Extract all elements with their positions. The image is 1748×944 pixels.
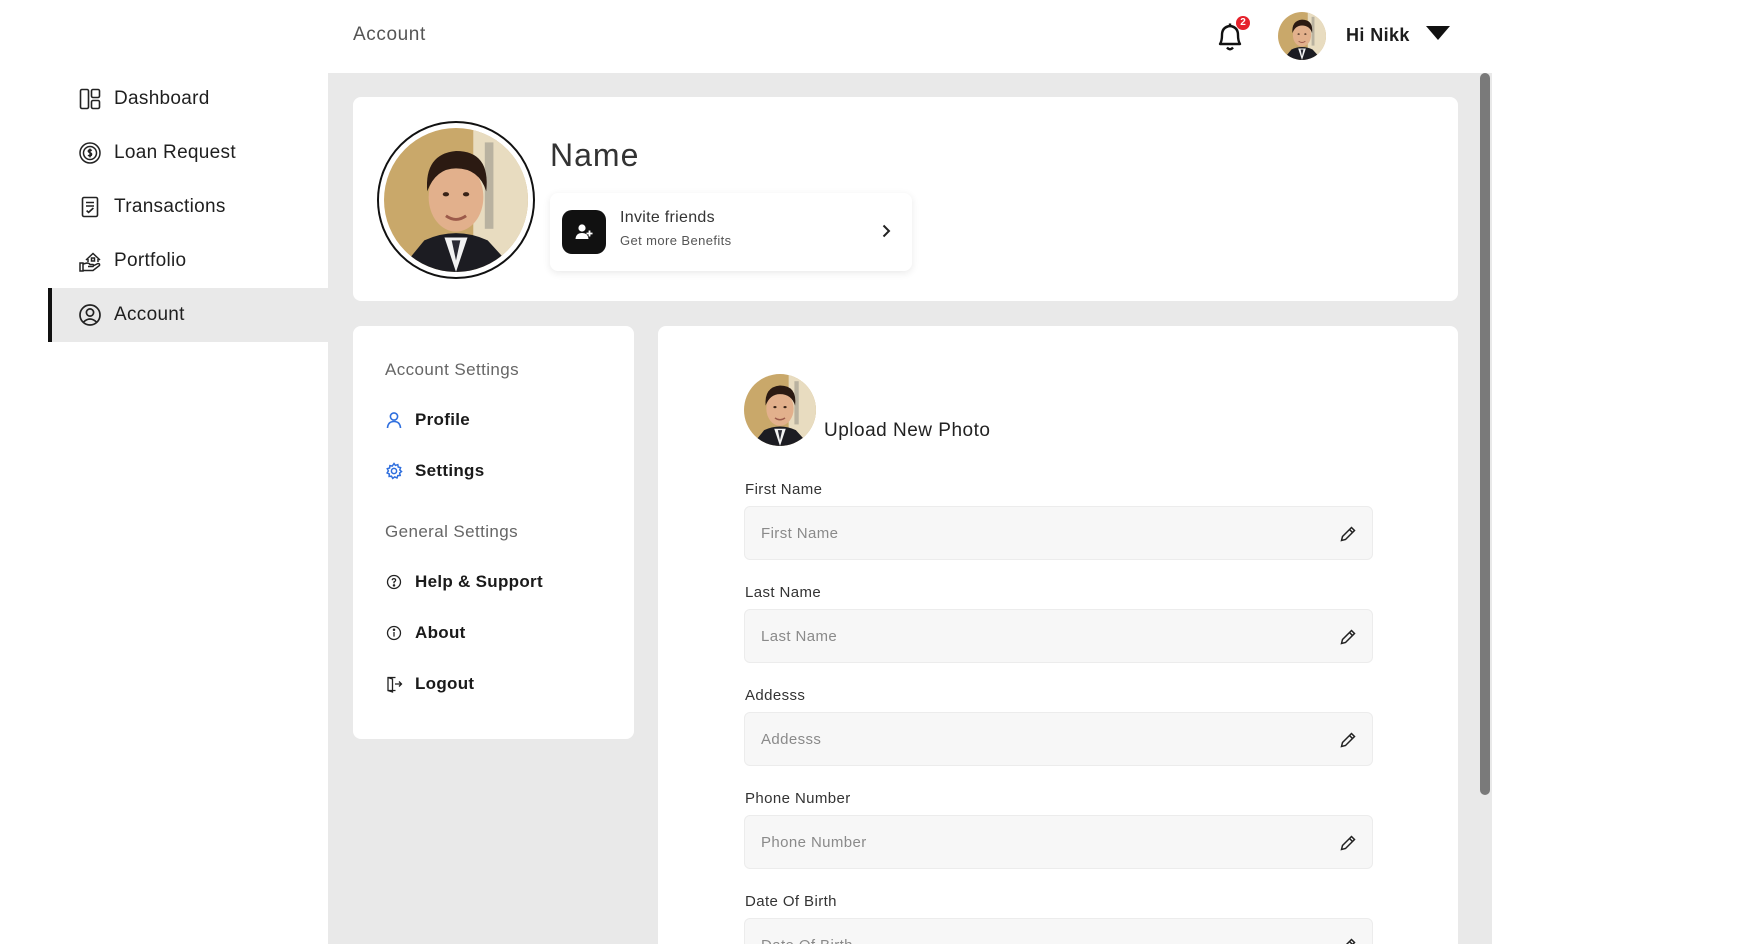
pencil-icon[interactable]: [1338, 730, 1358, 750]
profile-form-card: Upload New Photo First Name Last Name Ad…: [658, 326, 1458, 944]
user-icon: [385, 411, 403, 429]
last-name-label: Last Name: [745, 584, 822, 601]
sidebar-item-portfolio[interactable]: Portfolio: [48, 234, 328, 288]
sidebar-item-label: Portfolio: [114, 250, 187, 271]
sidebar-item-label: Transactions: [114, 196, 226, 217]
sidebar-item-transactions[interactable]: Transactions: [48, 180, 328, 234]
menu-item-help-support[interactable]: Help & Support: [385, 572, 543, 592]
profile-header-card: Name Invite friends Get more Benefits: [353, 97, 1458, 301]
invite-title: Invite friends: [620, 209, 715, 226]
address-field-box: [744, 712, 1373, 766]
chevron-down-icon[interactable]: [1426, 26, 1450, 40]
menu-item-profile[interactable]: Profile: [385, 410, 470, 430]
dob-field-box: [744, 918, 1373, 944]
dob-input[interactable]: [745, 919, 1372, 944]
pencil-icon[interactable]: [1338, 627, 1358, 647]
sidebar-nav: Dashboard Loan Request Transactions Port…: [48, 72, 328, 342]
pencil-icon[interactable]: [1338, 936, 1358, 944]
dob-label: Date Of Birth: [745, 893, 837, 910]
upload-avatar[interactable]: [744, 374, 816, 446]
avatar[interactable]: [1278, 12, 1326, 60]
last-name-field-box: [744, 609, 1373, 663]
menu-item-settings[interactable]: Settings: [385, 461, 484, 481]
gear-icon: [385, 462, 403, 480]
info-circle-icon: [385, 624, 403, 642]
help-circle-icon: [385, 573, 403, 591]
address-label: Addesss: [745, 687, 806, 704]
menu-item-label: Settings: [415, 461, 485, 480]
menu-item-label: Profile: [415, 410, 471, 429]
user-greeting[interactable]: Hi Nikk: [1346, 25, 1410, 46]
user-circle-icon: [78, 303, 102, 327]
profile-name: Name: [550, 137, 640, 173]
account-settings-heading: Account Settings: [385, 360, 519, 379]
sidebar-item-loan-request[interactable]: Loan Request: [48, 126, 328, 180]
sidebar-item-dashboard[interactable]: Dashboard: [48, 72, 328, 126]
sidebar-item-label: Loan Request: [114, 142, 236, 163]
notification-badge: 2: [1236, 16, 1250, 30]
scrollbar[interactable]: [1480, 73, 1490, 795]
add-user-icon: [562, 210, 606, 254]
address-input[interactable]: [745, 713, 1372, 765]
pencil-icon[interactable]: [1338, 833, 1358, 853]
menu-item-label: Logout: [415, 674, 475, 693]
phone-field-box: [744, 815, 1373, 869]
menu-item-logout[interactable]: Logout: [385, 674, 474, 694]
top-header: Account 2 Hi Nikk: [328, 0, 1492, 73]
general-settings-heading: General Settings: [385, 522, 519, 541]
first-name-input[interactable]: [745, 507, 1372, 559]
menu-item-label: Help & Support: [415, 572, 543, 591]
portfolio-hand-icon: [78, 249, 102, 273]
first-name-label: First Name: [745, 481, 823, 498]
phone-input[interactable]: [745, 816, 1372, 868]
invite-friends-card[interactable]: Invite friends Get more Benefits: [550, 193, 912, 271]
settings-menu-card: Account Settings Profile Settings Genera…: [353, 326, 634, 739]
phone-label: Phone Number: [745, 790, 851, 807]
menu-item-about[interactable]: About: [385, 623, 466, 643]
dashboard-icon: [78, 87, 102, 111]
first-name-field-box: [744, 506, 1373, 560]
receipt-icon: [78, 195, 102, 219]
page-title: Account: [353, 24, 426, 45]
sidebar: Dashboard Loan Request Transactions Port…: [0, 0, 328, 944]
last-name-input[interactable]: [745, 610, 1372, 662]
chevron-right-icon: [876, 221, 896, 241]
sidebar-item-label: Dashboard: [114, 88, 210, 109]
profile-avatar: [377, 121, 535, 279]
pencil-icon[interactable]: [1338, 524, 1358, 544]
sidebar-item-account[interactable]: Account: [48, 288, 328, 342]
logout-icon: [385, 675, 403, 693]
sidebar-item-label: Account: [114, 304, 185, 325]
loan-coin-icon: [78, 141, 102, 165]
invite-subtitle: Get more Benefits: [620, 233, 732, 248]
menu-item-label: About: [415, 623, 466, 642]
upload-photo-link[interactable]: Upload New Photo: [824, 420, 990, 442]
